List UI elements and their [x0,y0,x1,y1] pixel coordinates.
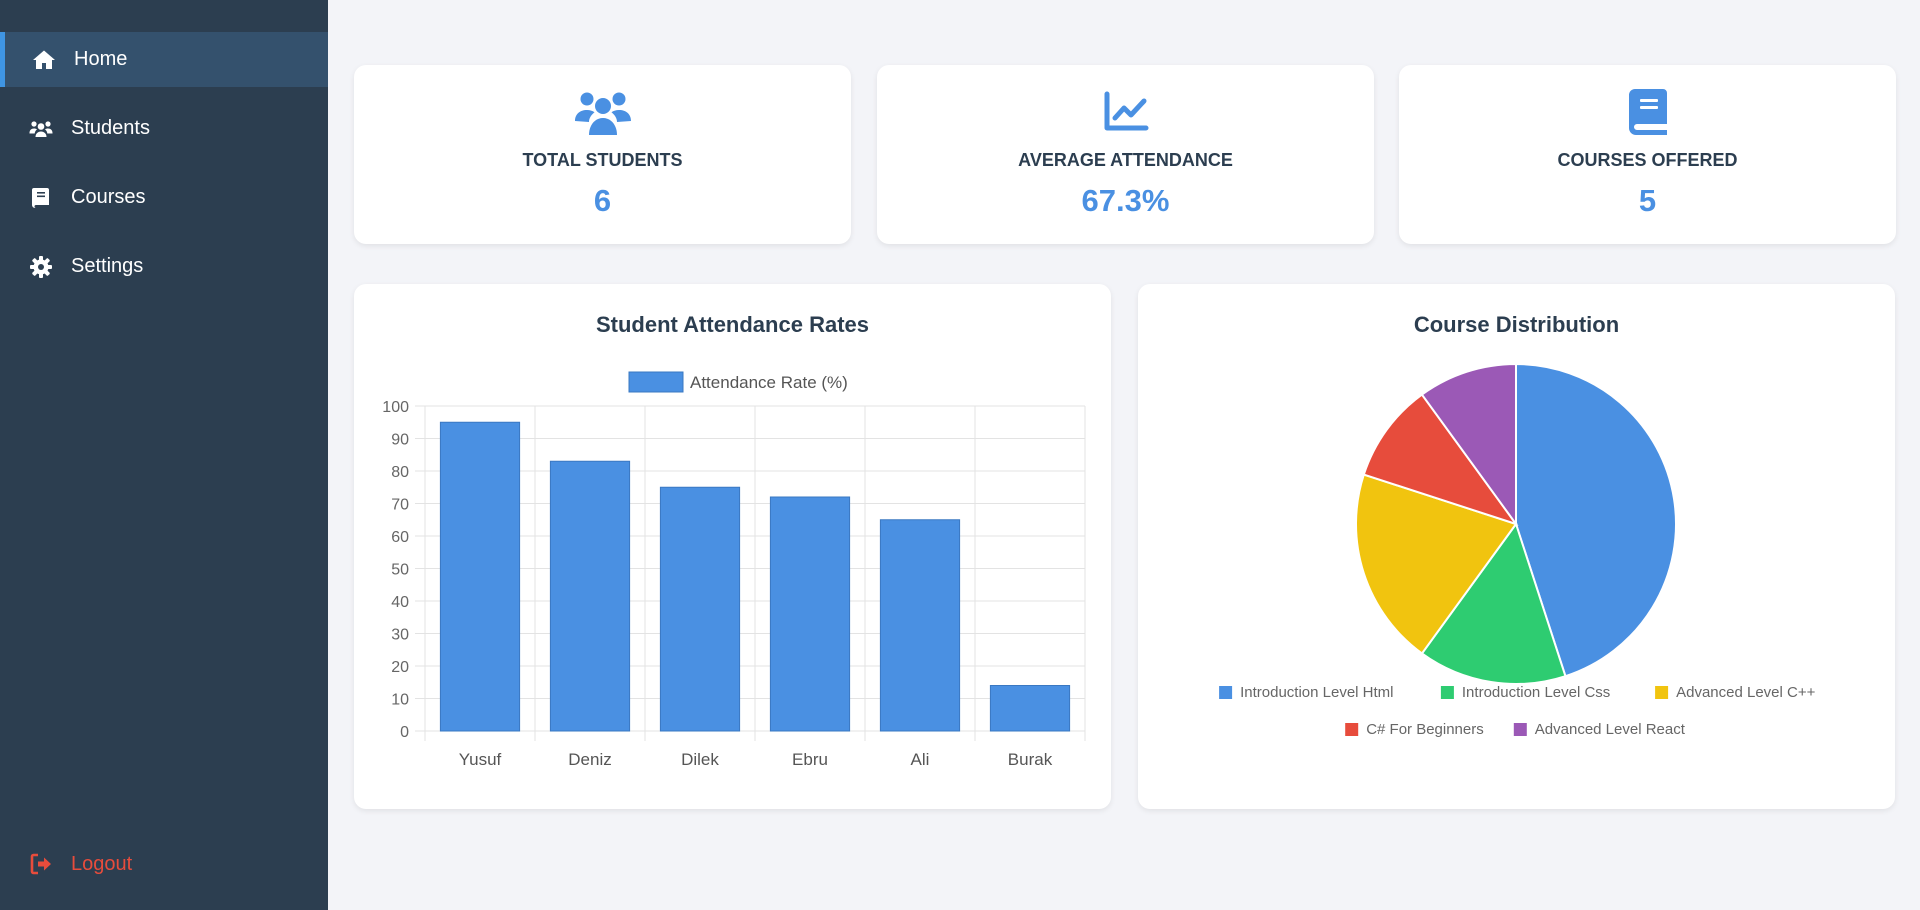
y-tick-label: 100 [382,399,409,416]
sidebar-item-label: Students [71,117,150,139]
sidebar-item-label: Courses [71,186,146,208]
x-tick-label: Burak [1008,750,1053,769]
y-tick-label: 40 [391,594,409,611]
attendance-bar-chart: Attendance Rate (%) 0 10 20 30 40 50 60 70 80 90 10… [382,371,1086,769]
course-distribution-card: Course Distribution Introduction Level H… [1138,284,1895,809]
legend-label: Advanced Level React [1535,721,1686,738]
y-tick-label: 80 [391,464,409,481]
stat-card-average-attendance: AVERAGE ATTENDANCE 67.3% [877,65,1374,244]
legend-swatch [1440,686,1454,699]
legend-item: Advanced Level React [1513,721,1686,738]
legend-swatch [1513,723,1527,736]
legend-item: Introduction Level Css [1440,684,1610,701]
sidebar-nav: Home Students Courses Settings [0,0,328,294]
stat-label: COURSES OFFERED [1557,150,1738,170]
legend-item: Introduction Level Html [1219,684,1394,701]
bar [549,460,631,732]
legend-label: C# For Beginners [1366,721,1484,738]
legend-swatch [1655,686,1669,699]
y-tick-label: 70 [391,497,409,514]
legend-label: Advanced Level C++ [1676,684,1816,701]
y-tick-label: 50 [391,562,409,579]
stat-label: AVERAGE ATTENDANCE [1018,150,1233,170]
book-icon [29,186,53,210]
x-tick-label: Ali [911,750,930,769]
users-icon [354,89,851,137]
legend-item: Advanced Level C++ [1655,684,1816,701]
bar [659,486,741,732]
stat-card-courses-offered: COURSES OFFERED 5 [1399,65,1896,244]
stat-label: TOTAL STUDENTS [522,150,683,170]
chart-legend: Attendance Rate (%) [628,371,848,393]
sidebar-item-label: Home [74,48,128,70]
legend-label: Attendance Rate (%) [690,373,848,392]
x-tick-label: Ebru [792,750,828,769]
legend-label: Introduction Level Css [1462,684,1610,701]
stat-value: 6 [593,183,612,218]
logout-label: Logout [71,852,133,875]
legend-swatch [1345,723,1359,736]
legend-label: Introduction Level Html [1240,684,1393,701]
y-tick-label: 60 [391,529,409,546]
stat-value: 5 [1638,183,1657,218]
chart-line-icon [877,89,1374,137]
bar [879,519,961,732]
y-tick-label: 10 [391,692,409,709]
y-tick-label: 30 [391,627,409,644]
sidebar-item-students[interactable]: Students [0,101,328,156]
book-icon [1399,89,1896,137]
y-tick-label: 90 [391,432,409,449]
bar [439,421,521,732]
y-tick-label: 0 [400,724,409,741]
stat-card-total-students: TOTAL STUDENTS 6 [354,65,851,244]
x-tick-label: Deniz [568,750,611,769]
y-tick-label: 20 [391,659,409,676]
home-icon [32,48,56,72]
stat-value: 67.3% [1081,183,1170,218]
legend-swatch [628,371,684,393]
sidebar-item-home[interactable]: Home [0,32,328,87]
gear-icon [29,255,53,279]
attendance-chart-card: Student Attendance Rates Attendance Rate… [354,284,1111,809]
legend-swatch [1219,686,1233,699]
bar [769,496,851,732]
legend-item: C# For Beginners [1345,721,1484,738]
course-pie-chart: Introduction Level Html Introduction Leve… [1219,362,1816,738]
sidebar-item-settings[interactable]: Settings [0,239,328,294]
sidebar-item-courses[interactable]: Courses [0,170,328,225]
users-icon [29,117,53,141]
logout-button[interactable]: Logout [29,852,132,876]
sidebar-item-label: Settings [71,255,144,277]
sidebar: Home Students Courses Settings Logout [0,0,328,910]
x-tick-label: Yusuf [459,750,502,769]
x-tick-label: Dilek [681,750,719,769]
logout-icon [29,852,53,876]
bar [989,685,1071,732]
